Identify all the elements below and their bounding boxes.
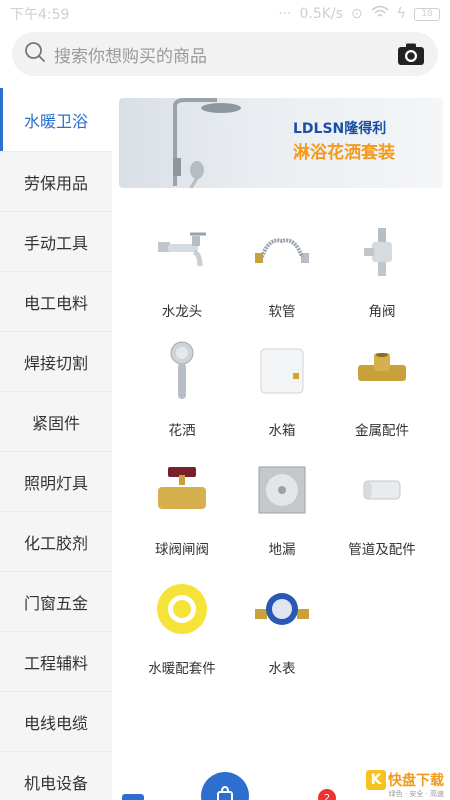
- water-meter-icon: [252, 579, 312, 639]
- floor-drain-icon: [252, 460, 312, 520]
- banner-title: 淋浴花洒套装: [293, 143, 395, 163]
- sidebar-item-fasteners[interactable]: 紧固件: [0, 392, 112, 452]
- shower-set-image: [173, 98, 241, 188]
- sidebar-item-label: 工程辅料: [23, 653, 88, 673]
- shower-head-icon: [152, 341, 212, 401]
- category-label: 球阀闸阀: [155, 542, 209, 558]
- category-label: 水暖配套件: [148, 661, 216, 677]
- faucet-icon: [152, 222, 212, 282]
- sidebar-item-label: 手动工具: [23, 233, 88, 253]
- sidebar-item-label: 焊接切割: [23, 353, 88, 373]
- nav-badge: 2: [318, 789, 336, 800]
- category-content: LDLSN隆得利 淋浴花洒套装 水龙头 软管 角阀 花洒 水箱 金属配件 球阀闸…: [112, 88, 450, 800]
- category-label: 管道及配件: [348, 542, 416, 558]
- alarm-icon: ⊙: [351, 6, 363, 22]
- category-pipe-fittings[interactable]: 管道及配件: [332, 446, 432, 565]
- status-bar: 下午4:59 ··· 0.5K/s ⊙ ϟ 18: [0, 0, 450, 28]
- more-dots-icon: ···: [278, 6, 292, 22]
- category-ball-valve[interactable]: 球阀闸阀: [132, 446, 232, 565]
- sidebar-item-welding[interactable]: 焊接切割: [0, 332, 112, 392]
- category-faucet[interactable]: 水龙头: [132, 208, 232, 327]
- sidebar-item-plumbing[interactable]: 水暖卫浴: [0, 88, 112, 152]
- sidebar-item-label: 劳保用品: [23, 173, 88, 193]
- status-icons: ··· 0.5K/s ⊙ ϟ 18: [278, 5, 440, 23]
- angle-valve-icon: [352, 222, 412, 282]
- category-label: 软管: [268, 304, 296, 320]
- hose-icon: [252, 222, 312, 282]
- category-floor-drain[interactable]: 地漏: [232, 446, 332, 565]
- category-label: 水龙头: [161, 304, 203, 320]
- water-tank-icon: [252, 341, 312, 401]
- category-plumbing-accessories[interactable]: 水暖配套件: [132, 565, 232, 684]
- nav-category-icon[interactable]: [122, 794, 144, 800]
- category-angle-valve[interactable]: 角阀: [332, 208, 432, 327]
- category-label: 水箱: [268, 423, 296, 439]
- category-label: 地漏: [268, 542, 296, 558]
- metal-fitting-icon: [352, 341, 412, 401]
- pipe-fitting-icon: [352, 460, 412, 520]
- ptfe-tape-icon: [152, 579, 212, 639]
- sidebar-item-label: 电线电缆: [23, 713, 88, 733]
- bag-icon: [217, 785, 233, 800]
- sidebar-item-chemicals[interactable]: 化工胶剂: [0, 512, 112, 572]
- category-shower-head[interactable]: 花洒: [132, 327, 232, 446]
- sidebar-item-labor-protection[interactable]: 劳保用品: [0, 152, 112, 212]
- sidebar-item-electrical[interactable]: 电工电料: [0, 272, 112, 332]
- category-water-meter[interactable]: 水表: [232, 565, 332, 684]
- category-label: 角阀: [368, 304, 396, 320]
- category-grid: 水龙头 软管 角阀 花洒 水箱 金属配件 球阀闸阀 地漏 管道及配件 水暖配套件…: [112, 208, 450, 684]
- network-speed: 0.5K/s: [299, 6, 344, 22]
- category-water-tank[interactable]: 水箱: [232, 327, 332, 446]
- promo-banner[interactable]: LDLSN隆得利 淋浴花洒套装: [119, 98, 443, 188]
- watermark-subtext: 绿色 · 安全 · 高速: [388, 790, 444, 798]
- ball-valve-icon: [152, 460, 212, 520]
- category-hose[interactable]: 软管: [232, 208, 332, 327]
- search-bar[interactable]: 搜索你想购买的商品: [12, 32, 438, 76]
- charging-icon: ϟ: [396, 6, 406, 22]
- search-input[interactable]: 搜索你想购买的商品: [54, 42, 396, 67]
- wifi-icon: [371, 5, 389, 23]
- category-sidebar: 水暖卫浴 劳保用品 手动工具 电工电料 焊接切割 紧固件 照明灯具 化工胶剂 门…: [0, 88, 112, 800]
- sidebar-item-engineering[interactable]: 工程辅料: [0, 632, 112, 692]
- sidebar-item-door-window[interactable]: 门窗五金: [0, 572, 112, 632]
- sidebar-item-label: 机电设备: [23, 773, 88, 793]
- sidebar-item-label: 紧固件: [31, 413, 80, 433]
- category-label: 水表: [268, 661, 296, 677]
- search-icon: [24, 41, 46, 67]
- watermark-logo: K 快盘下载 绿色 · 安全 · 高速: [366, 770, 444, 798]
- camera-icon[interactable]: [396, 39, 426, 69]
- sidebar-item-lighting[interactable]: 照明灯具: [0, 452, 112, 512]
- category-label: 花洒: [168, 423, 196, 439]
- banner-brand: LDLSN隆得利: [293, 121, 387, 137]
- battery-icon: 18: [414, 7, 440, 21]
- category-label: 金属配件: [355, 423, 409, 439]
- sidebar-item-label: 水暖卫浴: [23, 111, 88, 131]
- sidebar-item-hand-tools[interactable]: 手动工具: [0, 212, 112, 272]
- category-metal-fittings[interactable]: 金属配件: [332, 327, 432, 446]
- sidebar-item-label: 化工胶剂: [23, 533, 88, 553]
- sidebar-item-label: 门窗五金: [23, 593, 88, 613]
- status-time: 下午4:59: [10, 7, 70, 23]
- sidebar-item-label: 电工电料: [23, 293, 88, 313]
- watermark-k-icon: K: [366, 770, 386, 790]
- watermark-text: 快盘下载: [388, 773, 444, 789]
- sidebar-item-machinery[interactable]: 机电设备: [0, 752, 112, 800]
- sidebar-item-cables[interactable]: 电线电缆: [0, 692, 112, 752]
- sidebar-item-label: 照明灯具: [23, 473, 88, 493]
